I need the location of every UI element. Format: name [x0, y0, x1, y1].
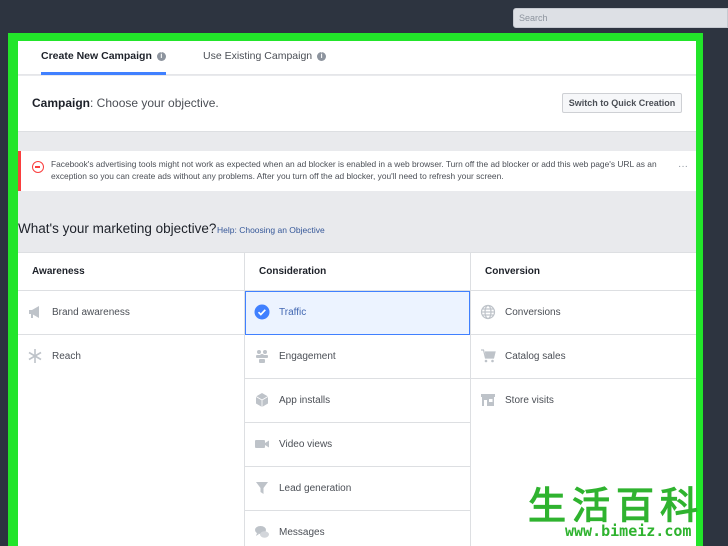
objective-catalog-sales[interactable]: Catalog sales	[471, 335, 696, 379]
objective-label: Store visits	[505, 395, 554, 406]
megaphone-icon	[27, 304, 43, 320]
objective-traffic[interactable]: Traffic	[245, 291, 470, 335]
objective-store-visits[interactable]: Store visits	[471, 379, 696, 423]
campaign-label: Campaign	[32, 96, 91, 110]
check-circle-icon	[254, 304, 270, 320]
objective-video-views[interactable]: Video views	[245, 423, 470, 467]
objective-label: Engagement	[279, 351, 336, 362]
funnel-icon	[254, 480, 270, 496]
watermark-logo: 生活百科 www.bimeiz.com	[528, 484, 728, 546]
objective-label: Conversions	[505, 307, 561, 318]
store-icon	[480, 392, 496, 408]
column-header: Conversion	[471, 253, 696, 291]
switch-to-quick-creation-button[interactable]: Switch to Quick Creation	[562, 93, 682, 113]
objective-label: Lead generation	[279, 483, 352, 494]
watermark-url: www.bimeiz.com	[562, 522, 695, 540]
info-icon[interactable]: i	[156, 52, 166, 61]
ad-blocker-alert: Facebook's advertising tools might not w…	[18, 151, 696, 191]
objective-label: Catalog sales	[505, 351, 566, 362]
cube-icon	[254, 392, 270, 408]
column-header: Awareness	[18, 253, 244, 291]
chat-bubbles-icon	[254, 524, 270, 540]
objective-heading: What's your marketing objective?	[18, 221, 217, 236]
tab-use-existing-campaign[interactable]: Use Existing Campaign i	[203, 50, 327, 75]
asterisk-icon	[27, 348, 43, 364]
page-title: Campaign: Choose your objective.	[32, 96, 219, 110]
objective-label: App installs	[279, 395, 331, 406]
objective-messages[interactable]: Messages	[245, 511, 470, 546]
column-header: Consideration	[245, 253, 470, 291]
campaign-subtitle: : Choose your objective.	[90, 96, 219, 110]
tab-label: Use Existing Campaign	[203, 50, 313, 62]
more-options-icon[interactable]: ···	[678, 161, 688, 172]
error-icon	[32, 161, 44, 173]
tab-create-new-campaign[interactable]: Create New Campaign i	[41, 50, 166, 75]
objective-label: Traffic	[279, 307, 307, 318]
objective-brand-awareness[interactable]: Brand awareness	[18, 291, 244, 335]
info-icon[interactable]: i	[317, 52, 327, 61]
campaign-header: Campaign: Choose your objective. Switch …	[18, 76, 696, 132]
awareness-column: Awareness Brand awareness Reach	[18, 253, 244, 546]
tab-label: Create New Campaign	[41, 50, 152, 62]
alert-message: Facebook's advertising tools might not w…	[51, 159, 657, 181]
help-link[interactable]: Help: Choosing an Objective	[217, 225, 325, 235]
objective-label: Video views	[279, 439, 333, 450]
objective-label: Messages	[279, 527, 325, 538]
ads-manager-panel: Create New Campaign i Use Existing Campai…	[18, 41, 696, 546]
objective-label: Reach	[52, 351, 81, 362]
objective-reach[interactable]: Reach	[18, 335, 244, 379]
campaign-tabs: Create New Campaign i Use Existing Campai…	[18, 41, 696, 75]
people-icon	[254, 348, 270, 364]
shopping-cart-icon	[480, 348, 496, 364]
consideration-column: Consideration Traffic Engagement App ins…	[244, 253, 471, 546]
top-navigation-bar: Search	[0, 0, 728, 33]
objective-conversions[interactable]: Conversions	[471, 291, 696, 335]
objective-app-installs[interactable]: App installs	[245, 379, 470, 423]
video-camera-icon	[254, 436, 270, 452]
globe-icon	[480, 304, 496, 320]
search-input[interactable]: Search	[513, 8, 728, 28]
objective-engagement[interactable]: Engagement	[245, 335, 470, 379]
objective-label: Brand awareness	[52, 307, 130, 318]
objective-lead-generation[interactable]: Lead generation	[245, 467, 470, 511]
